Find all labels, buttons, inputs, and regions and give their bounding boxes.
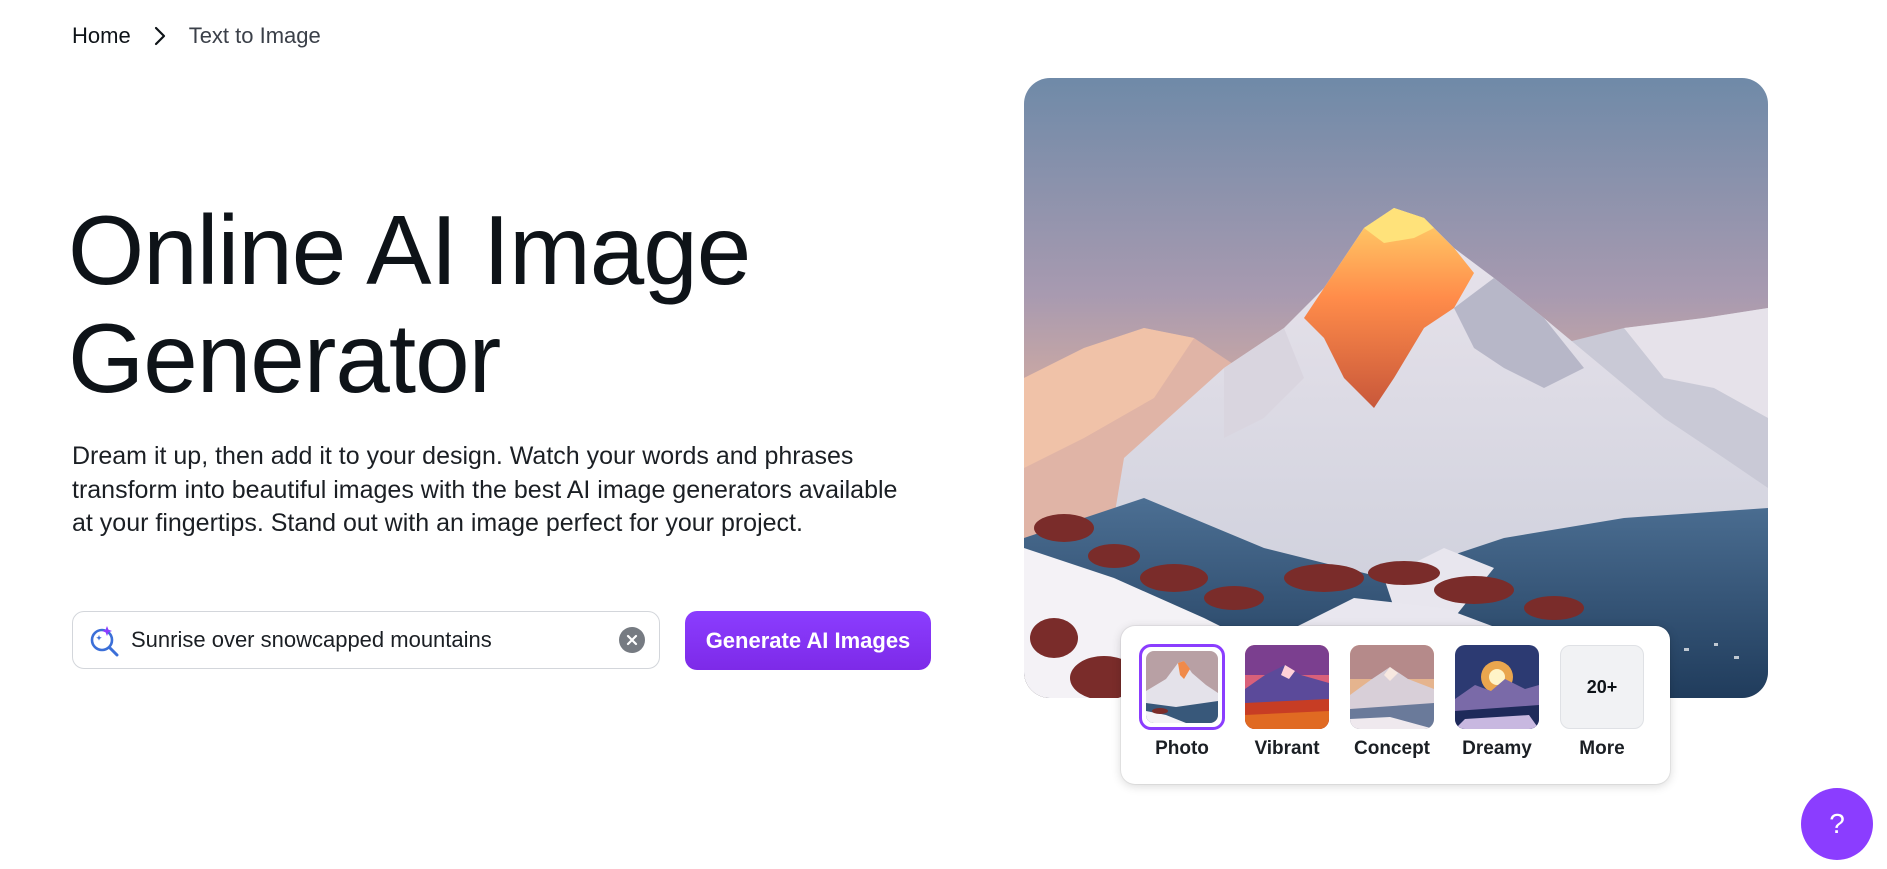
style-label-dreamy: Dreamy (1462, 738, 1532, 759)
style-label-more: More (1579, 738, 1625, 759)
style-thumb-dreamy (1455, 645, 1539, 729)
style-thumb-frame (1244, 644, 1330, 730)
style-thumb-concept (1350, 645, 1434, 729)
style-option-vibrant[interactable]: Vibrant (1239, 644, 1335, 760)
style-option-concept[interactable]: Concept (1344, 644, 1440, 760)
clear-icon[interactable] (619, 627, 645, 653)
style-thumb-frame (1454, 644, 1540, 730)
generate-ai-images-button[interactable]: Generate AI Images (685, 611, 931, 670)
style-label-concept: Concept (1354, 738, 1430, 759)
hero-description: Dream it up, then add it to your design.… (72, 442, 898, 537)
page-title-line-2: Generator (68, 303, 501, 413)
prompt-input[interactable] (131, 627, 619, 653)
style-option-more[interactable]: 20+ More (1554, 644, 1650, 760)
style-thumb-frame: 20+ (1559, 644, 1645, 730)
style-thumb-frame (1139, 644, 1225, 730)
breadcrumb: Home Text to Image (72, 20, 321, 52)
breadcrumb-current: Text to Image (188, 23, 321, 48)
style-picker: Photo Vibrant Concept Dreamy 20+ More (1121, 626, 1670, 784)
breadcrumb-home-link[interactable]: Home (72, 23, 131, 49)
chevron-right-icon (131, 24, 189, 48)
style-thumb-photo (1146, 651, 1218, 723)
prompt-input-container (72, 611, 660, 669)
style-label-vibrant: Vibrant (1254, 738, 1320, 759)
page-title-line-1: Online AI Image (68, 195, 751, 305)
style-thumb-vibrant (1245, 645, 1329, 729)
hero-mountain-image (1024, 78, 1768, 698)
style-thumb-frame (1349, 644, 1435, 730)
style-label-photo: Photo (1155, 738, 1209, 759)
style-option-photo[interactable]: Photo (1134, 644, 1230, 760)
page-title: Online AI Image Generator (68, 196, 948, 412)
help-button[interactable]: ? (1801, 788, 1873, 860)
style-option-dreamy[interactable]: Dreamy (1449, 644, 1545, 760)
magic-search-icon (85, 621, 123, 659)
more-styles-count: 20+ (1560, 645, 1644, 729)
